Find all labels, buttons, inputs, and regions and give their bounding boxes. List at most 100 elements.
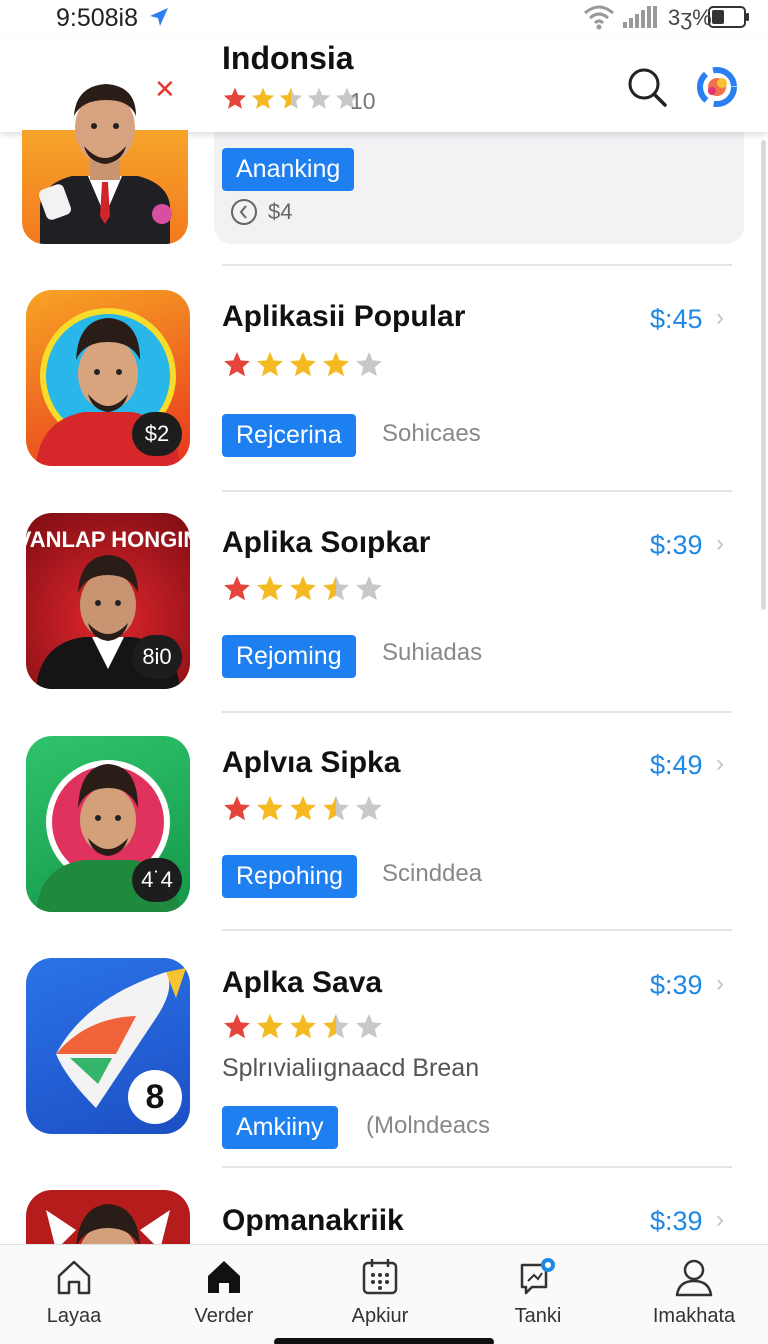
app-price[interactable]: $:49 — [650, 750, 703, 781]
search-icon[interactable] — [626, 66, 668, 108]
signal-bars-icon — [623, 6, 657, 28]
app-tag: Scinddea — [382, 860, 483, 887]
star-icon — [356, 351, 382, 377]
star-icon — [356, 1013, 382, 1039]
app-price[interactable]: $:39 — [650, 1206, 703, 1237]
wifi-icon — [584, 5, 614, 30]
status-bar: 9:508i8 3ʒ% — [0, 0, 768, 36]
star-icon — [356, 795, 382, 821]
divider — [222, 929, 732, 931]
app-description: Splrıvialiıgnaacd Brean — [222, 1054, 480, 1082]
star-icon — [257, 1013, 283, 1039]
star-icon — [224, 795, 250, 821]
featured-price-value: $4 — [268, 199, 293, 224]
star-icon — [290, 795, 316, 821]
status-time: 9:508i8 — [56, 4, 139, 32]
close-icon[interactable]: ✕ — [154, 76, 176, 102]
star-icon — [224, 1013, 250, 1039]
app-badge[interactable]: Repohing — [222, 855, 358, 898]
app-icon-4[interactable]: 8 — [26, 958, 190, 1134]
header-rating-stars — [222, 86, 360, 112]
app-name[interactable]: Aplka Sava — [222, 966, 382, 1000]
app-badge[interactable]: Rejoming — [222, 635, 356, 678]
star-icon — [290, 351, 316, 377]
app-rating-stars — [222, 574, 384, 604]
star-icon — [257, 575, 283, 601]
star-icon — [290, 1013, 316, 1039]
chevron-right-icon[interactable]: › — [716, 304, 724, 332]
app-name[interactable]: Aplvıa Sipka — [222, 746, 400, 780]
star-icon — [223, 87, 247, 109]
person-icon — [675, 1259, 713, 1297]
app-tag: Sohicaes — [382, 420, 481, 447]
page-title: Indonsia — [222, 40, 354, 76]
star-icon — [323, 795, 349, 821]
app-icon-badge: 8i0 — [132, 635, 182, 679]
divider — [222, 490, 732, 492]
app-badge[interactable]: Amkiiny — [222, 1106, 338, 1149]
battery-icon — [708, 6, 749, 28]
clock-back-icon — [231, 199, 257, 225]
featured-badge[interactable]: Ananking — [222, 148, 355, 191]
divider — [222, 711, 732, 713]
tab-label: Tanki — [514, 1305, 562, 1327]
chevron-right-icon[interactable]: › — [716, 530, 724, 558]
tab-tanki[interactable]: Tanki — [468, 1257, 608, 1337]
profile-logo-icon[interactable] — [696, 66, 738, 108]
tab-label: Layaa — [46, 1305, 102, 1327]
calendar-icon — [362, 1259, 398, 1295]
divider — [222, 1166, 732, 1168]
app-icon-badge: 4˙4 — [132, 858, 182, 902]
home-indicator — [274, 1338, 494, 1344]
star-icon — [323, 575, 349, 601]
tab-apkiur[interactable]: Apkiur — [310, 1257, 450, 1337]
star-icon — [323, 351, 349, 377]
star-icon — [257, 351, 283, 377]
app-price[interactable]: $:39 — [650, 970, 703, 1001]
home-outline-icon — [57, 1260, 91, 1295]
chevron-right-icon[interactable]: › — [716, 970, 724, 998]
rating-count: 10 — [350, 88, 376, 114]
tab-verder[interactable]: Verder — [154, 1257, 294, 1337]
app-price[interactable]: $:39 — [650, 530, 703, 561]
app-name[interactable]: Opmanakriik — [222, 1204, 404, 1238]
app-icon-badge: 8 — [128, 1070, 182, 1124]
featured-price: $4 — [230, 198, 292, 226]
tab-label: Verder — [194, 1305, 254, 1327]
chevron-right-icon[interactable]: › — [716, 1206, 724, 1234]
app-icon-badge: $2 — [132, 412, 182, 456]
app-icon-text: VANLAP HONGIN — [26, 527, 190, 552]
app-icon-1[interactable]: $2 — [26, 290, 190, 466]
star-icon — [257, 795, 283, 821]
app-name[interactable]: Aplikasii Popular — [222, 300, 465, 334]
divider — [222, 264, 732, 266]
star-icon — [307, 87, 331, 109]
star-icon — [323, 1013, 349, 1039]
bottom-tab-bar: Layaa Verder Apkiur Tanki Imakhata — [0, 1244, 768, 1344]
app-rating-stars — [222, 794, 384, 824]
app-name[interactable]: Aplika Soıpkar — [222, 526, 430, 560]
battery-percent: 3ʒ% — [668, 5, 712, 30]
star-icon — [356, 575, 382, 601]
app-rating-stars — [222, 350, 384, 380]
scrollbar[interactable] — [761, 140, 766, 610]
app-badge[interactable]: Rejcerina — [222, 414, 356, 457]
app-tag: (Molndeacs — [366, 1112, 491, 1139]
tab-label: Apkiur — [351, 1305, 409, 1327]
tab-imakhata[interactable]: Imakhata — [624, 1257, 764, 1337]
star-icon — [279, 87, 303, 109]
app-tag: Suhiadas — [382, 639, 483, 666]
star-icon — [251, 87, 275, 109]
chevron-right-icon[interactable]: › — [716, 750, 724, 778]
chat-badge-icon — [520, 1258, 555, 1295]
home-filled-icon — [208, 1261, 240, 1293]
app-icon-2[interactable]: VANLAP HONGIN 8i0 — [26, 513, 190, 689]
app-icon-3[interactable]: 4˙4 — [26, 736, 190, 912]
app-rating-stars — [222, 1012, 384, 1042]
location-arrow-icon — [150, 8, 168, 26]
tab-label: Imakhata — [652, 1305, 736, 1327]
app-price[interactable]: $:45 — [650, 304, 703, 335]
tab-layaa[interactable]: Layaa — [4, 1257, 144, 1337]
star-icon — [224, 351, 250, 377]
star-icon — [224, 575, 250, 601]
